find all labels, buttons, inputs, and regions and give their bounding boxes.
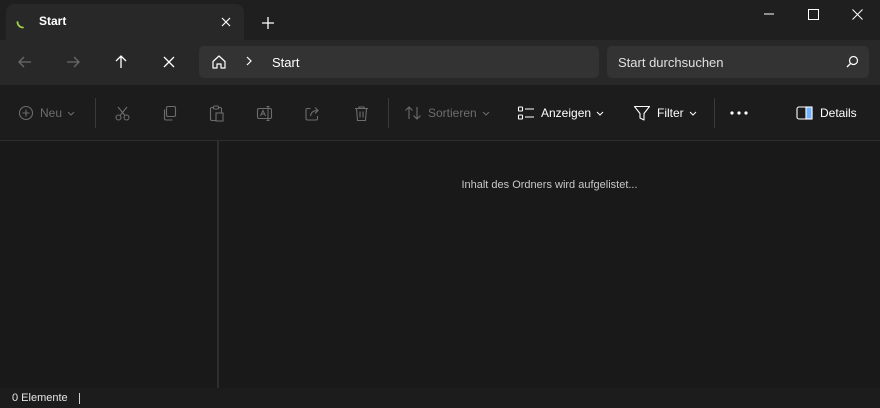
cut-button[interactable] [114,101,131,125]
navigation-pane[interactable] [0,141,217,388]
separator [95,98,96,128]
sort-icon [405,106,421,120]
forward-button[interactable] [59,50,87,74]
command-bar: Neu Sortieren Anzeigen Filter Details [0,85,880,141]
more-icon [730,111,748,115]
new-label: Neu [40,106,63,120]
chevron-down-icon [67,111,75,116]
maximize-button[interactable] [790,0,836,28]
view-icon [517,106,534,120]
chevron-down-icon [482,111,490,116]
cut-icon [115,106,130,121]
search-icon [846,55,859,68]
share-icon [305,106,319,121]
maximize-icon [807,8,819,20]
minimize-button[interactable] [746,0,792,28]
new-tab-button[interactable] [257,12,279,34]
chevron-down-icon [689,111,697,116]
title-bar: Start [0,0,880,40]
delete-icon [355,105,368,121]
share-button[interactable] [304,101,321,125]
tab-title: Start [39,14,67,28]
view-label: Anzeigen [541,106,592,120]
tab-start[interactable]: Start [6,4,244,40]
paste-icon [209,104,224,122]
item-count: 0 Elemente [12,392,68,404]
details-label: Details [820,106,857,120]
address-bar[interactable]: Start [199,46,599,78]
paste-button[interactable] [208,101,225,125]
sort-label: Sortieren [428,106,477,120]
details-pane-icon [796,106,813,120]
breadcrumb-chevron-icon[interactable] [245,55,253,67]
up-arrow-icon [115,55,127,68]
filter-button[interactable]: Filter [633,101,697,125]
separator [388,98,389,128]
stop-button[interactable] [155,50,183,74]
copy-icon [163,105,177,121]
file-list-area[interactable]: Inhalt des Ordners wird aufgelistet... [219,141,880,388]
filter-label: Filter [657,106,684,120]
details-button[interactable]: Details [796,101,857,125]
status-divider [79,393,80,404]
back-arrow-icon [18,56,31,68]
close-window-button[interactable] [834,0,880,28]
home-icon[interactable] [211,54,227,70]
separator [714,98,715,128]
plus-icon [262,17,274,29]
filter-icon [633,105,651,121]
rename-icon [256,105,273,121]
more-options-button[interactable] [729,101,749,125]
rename-button[interactable] [256,101,274,125]
up-button[interactable] [107,50,135,74]
sort-button[interactable]: Sortieren [404,101,490,125]
view-button[interactable]: Anzeigen [517,101,604,125]
back-button[interactable] [11,50,39,74]
chevron-down-icon [596,111,604,116]
copy-button[interactable] [161,101,178,125]
add-icon [18,105,34,121]
search-box[interactable]: Start durchsuchen [607,46,869,78]
minimize-icon [764,13,774,15]
loading-message: Inhalt des Ordners wird aufgelistet... [461,179,638,191]
status-bar: 0 Elemente [0,388,880,408]
navigation-bar: Start Start durchsuchen [0,40,880,85]
stop-loading-icon [163,56,175,68]
loading-spinner-icon [16,15,30,29]
close-tab-icon[interactable] [216,12,236,32]
new-button[interactable]: Neu [18,101,75,125]
forward-arrow-icon [67,56,80,68]
close-icon [851,8,863,20]
search-input[interactable]: Start durchsuchen [618,55,724,70]
breadcrumb-start[interactable]: Start [272,55,299,70]
delete-button[interactable] [353,101,370,125]
